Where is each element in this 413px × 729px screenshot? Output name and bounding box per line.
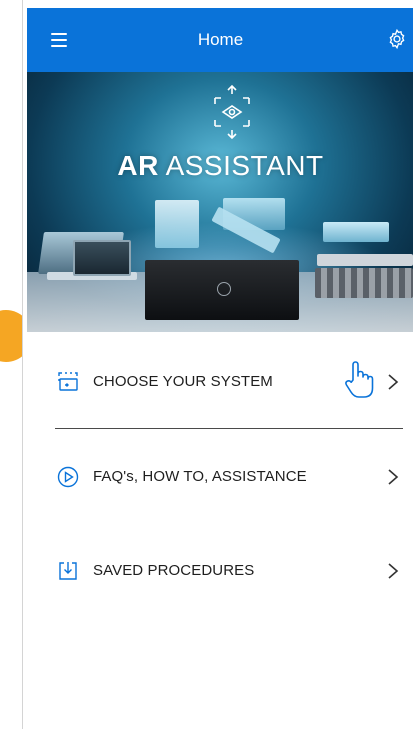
select-system-icon [58, 372, 78, 391]
download-box-icon [59, 562, 77, 580]
gear-icon[interactable] [386, 28, 408, 50]
fan-module-graphic [155, 200, 199, 248]
rack-graphic [317, 254, 413, 266]
chevron-right-icon [388, 563, 399, 579]
menu-item-label: CHOOSE YOUR SYSTEM [93, 373, 273, 390]
menu-divider [55, 428, 403, 429]
menu-item-label: SAVED PROCEDURES [93, 562, 255, 579]
menu-item-saved-procedures[interactable]: SAVED PROCEDURES [27, 548, 413, 596]
app-window: Home AR ASSISTANT CHOOSE YOUR SYSTEM FAQ… [22, 0, 413, 729]
hero-banner: AR ASSISTANT [27, 72, 413, 332]
hero-title: AR ASSISTANT [27, 150, 413, 182]
page-title: Home [197, 30, 244, 49]
chevron-right-icon [388, 374, 399, 390]
monitor-graphic [73, 240, 131, 276]
hero-title-light: ASSISTANT [165, 150, 324, 181]
menu-item-faq[interactable]: FAQ's, HOW TO, ASSISTANCE [27, 454, 413, 502]
dell-logo-graphic [217, 282, 231, 296]
screen: Home AR ASSISTANT CHOOSE YOUR SYSTEM FAQ… [0, 0, 413, 729]
hand-pointer-icon [345, 361, 374, 398]
chevron-right-icon [388, 469, 399, 485]
play-circle-icon [57, 466, 79, 488]
hero-title-bold: AR [117, 150, 159, 181]
server-graphic [315, 268, 413, 298]
ar-scan-icon [214, 84, 250, 140]
ram-module-graphic [323, 222, 389, 242]
app-bar: Home [27, 8, 413, 72]
menu-item-label: FAQ's, HOW TO, ASSISTANCE [93, 468, 307, 485]
